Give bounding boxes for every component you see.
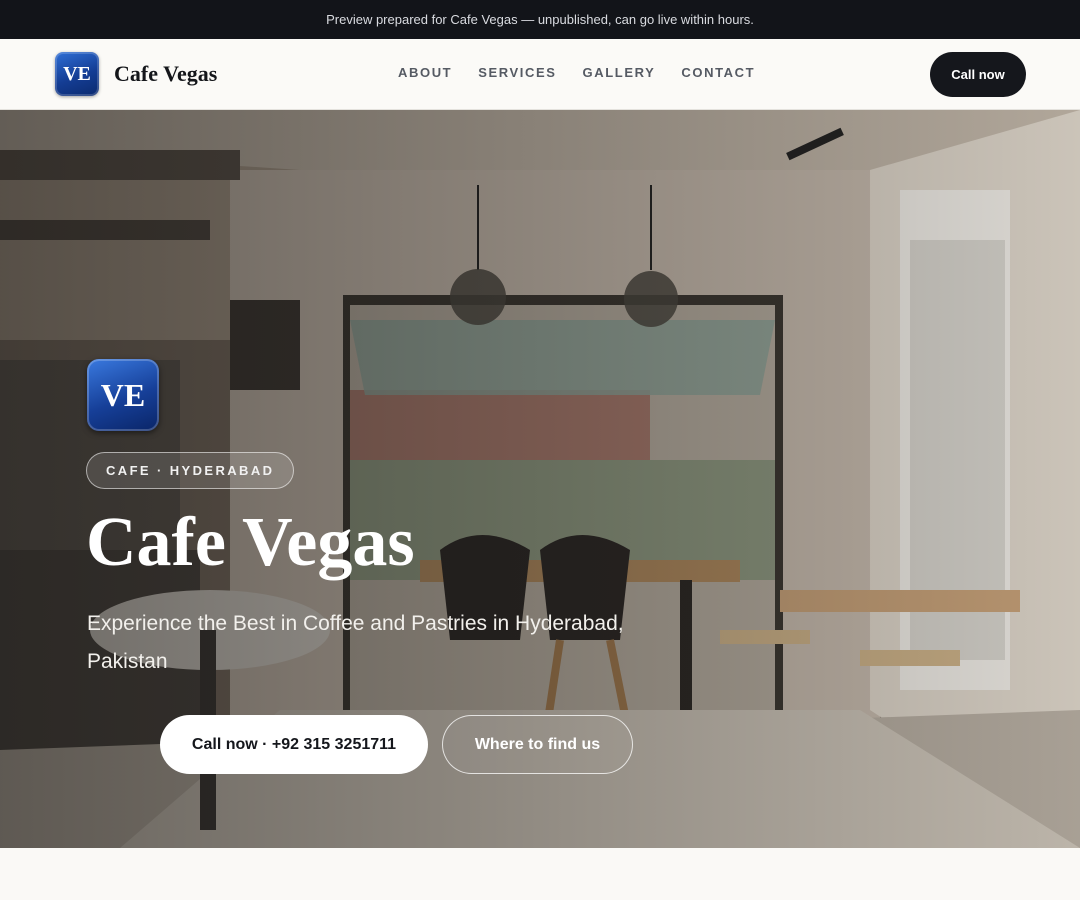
hero-title: Cafe Vegas (86, 504, 415, 581)
hero-section: VE CAFE · HYDERABAD Cafe Vegas Experienc… (0, 110, 1080, 848)
hero-logo-initials: VE (100, 376, 146, 413)
hero-subtitle: Experience the Best in Coffee and Pastri… (87, 612, 624, 673)
nav-services[interactable]: SERVICES (478, 65, 556, 80)
preview-banner-text: Preview prepared for Cafe Vegas — unpubl… (326, 12, 754, 27)
nav-gallery[interactable]: GALLERY (583, 65, 656, 80)
nav-about[interactable]: ABOUT (398, 65, 452, 80)
main-nav: ABOUT SERVICES GALLERY CONTACT (398, 65, 781, 80)
next-section-top (0, 848, 1080, 900)
category-location-tag: CAFE · HYDERABAD (86, 452, 295, 489)
nav-contact[interactable]: CONTACT (681, 65, 755, 80)
site-header: VE Cafe Vegas ABOUT SERVICES GALLERY CON… (0, 39, 1080, 110)
brand-name[interactable]: Cafe Vegas (114, 61, 217, 87)
logo-initials: VE (63, 62, 91, 85)
hero-logo-badge: VE (87, 359, 159, 431)
where-to-find-us-button[interactable]: Where to find us (442, 715, 633, 774)
preview-banner: Preview prepared for Cafe Vegas — unpubl… (0, 0, 1080, 39)
logo-badge[interactable]: VE (55, 52, 99, 96)
header-call-button[interactable]: Call now (930, 52, 1026, 97)
call-now-phone-button[interactable]: Call now · +92 315 3251711 (160, 715, 428, 774)
